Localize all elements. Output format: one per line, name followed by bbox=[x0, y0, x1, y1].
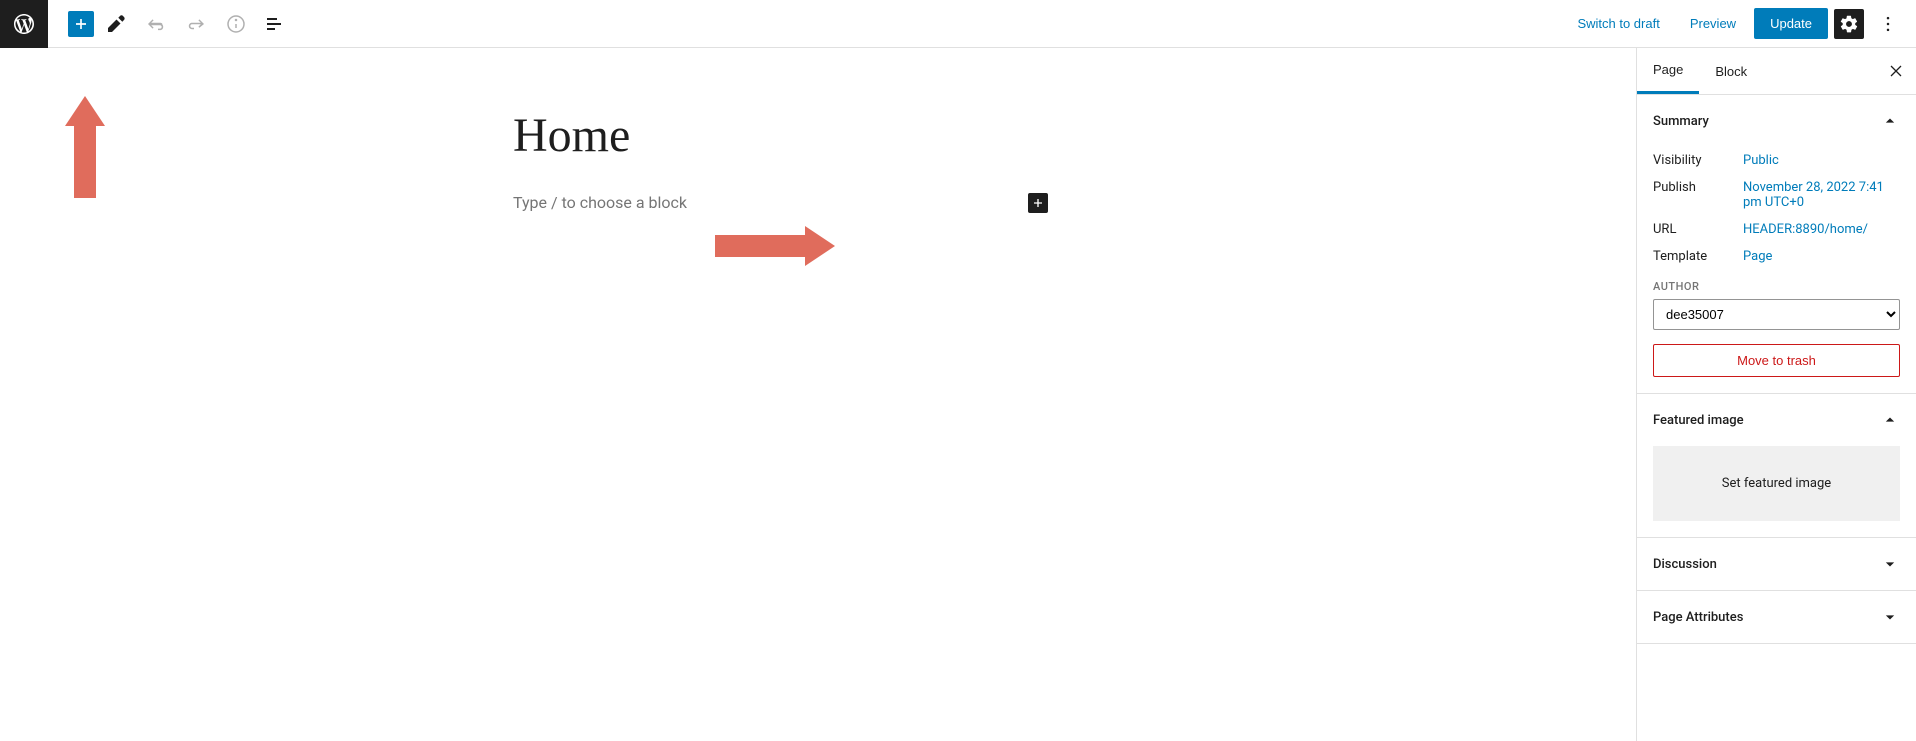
preview-button[interactable]: Preview bbox=[1678, 8, 1748, 39]
tab-block[interactable]: Block bbox=[1699, 48, 1763, 94]
more-options-button[interactable] bbox=[1870, 6, 1906, 42]
publish-value[interactable]: November 28, 2022 7:41 pm UTC+0 bbox=[1743, 180, 1884, 210]
featured-image-title: Featured image bbox=[1653, 413, 1744, 428]
chevron-up-icon bbox=[1880, 410, 1900, 430]
close-panel-button[interactable] bbox=[1876, 48, 1916, 94]
switch-draft-button[interactable]: Switch to draft bbox=[1565, 8, 1671, 39]
edit-tool-button[interactable] bbox=[98, 6, 134, 42]
inline-add-block-button[interactable] bbox=[1028, 193, 1048, 213]
visibility-value[interactable]: Public bbox=[1743, 153, 1779, 168]
tab-page[interactable]: Page bbox=[1637, 48, 1699, 94]
author-select[interactable]: dee35007 bbox=[1653, 299, 1900, 330]
set-featured-image-button[interactable]: Set featured image bbox=[1653, 446, 1900, 521]
chevron-down-icon bbox=[1880, 607, 1900, 627]
list-view-button[interactable] bbox=[258, 6, 294, 42]
page-title[interactable]: Home bbox=[513, 108, 1123, 163]
author-label: AUTHOR bbox=[1653, 280, 1900, 293]
wordpress-logo[interactable] bbox=[0, 0, 48, 48]
discussion-title: Discussion bbox=[1653, 557, 1717, 572]
url-label: URL bbox=[1653, 222, 1743, 237]
visibility-label: Visibility bbox=[1653, 153, 1743, 168]
move-to-trash-button[interactable]: Move to trash bbox=[1653, 344, 1900, 377]
url-value[interactable]: HEADER:8890/home/ bbox=[1743, 222, 1868, 237]
block-placeholder[interactable]: Type / to choose a block bbox=[513, 193, 687, 212]
publish-label: Publish bbox=[1653, 180, 1743, 210]
summary-panel-header[interactable]: Summary bbox=[1637, 95, 1916, 147]
undo-button bbox=[138, 6, 174, 42]
summary-title: Summary bbox=[1653, 114, 1709, 129]
update-button[interactable]: Update bbox=[1754, 8, 1828, 39]
redo-button bbox=[178, 6, 214, 42]
settings-button[interactable] bbox=[1834, 9, 1864, 39]
add-block-button[interactable] bbox=[68, 11, 94, 37]
page-attributes-title: Page Attributes bbox=[1653, 610, 1743, 625]
discussion-panel-header[interactable]: Discussion bbox=[1637, 538, 1916, 590]
annotation-arrow-right bbox=[715, 226, 835, 266]
chevron-down-icon bbox=[1880, 554, 1900, 574]
chevron-up-icon bbox=[1880, 111, 1900, 131]
annotation-arrow-up bbox=[65, 96, 105, 198]
info-button[interactable] bbox=[218, 6, 254, 42]
page-attributes-panel-header[interactable]: Page Attributes bbox=[1637, 591, 1916, 643]
template-value[interactable]: Page bbox=[1743, 249, 1772, 264]
template-label: Template bbox=[1653, 249, 1743, 264]
featured-image-panel-header[interactable]: Featured image bbox=[1637, 394, 1916, 446]
